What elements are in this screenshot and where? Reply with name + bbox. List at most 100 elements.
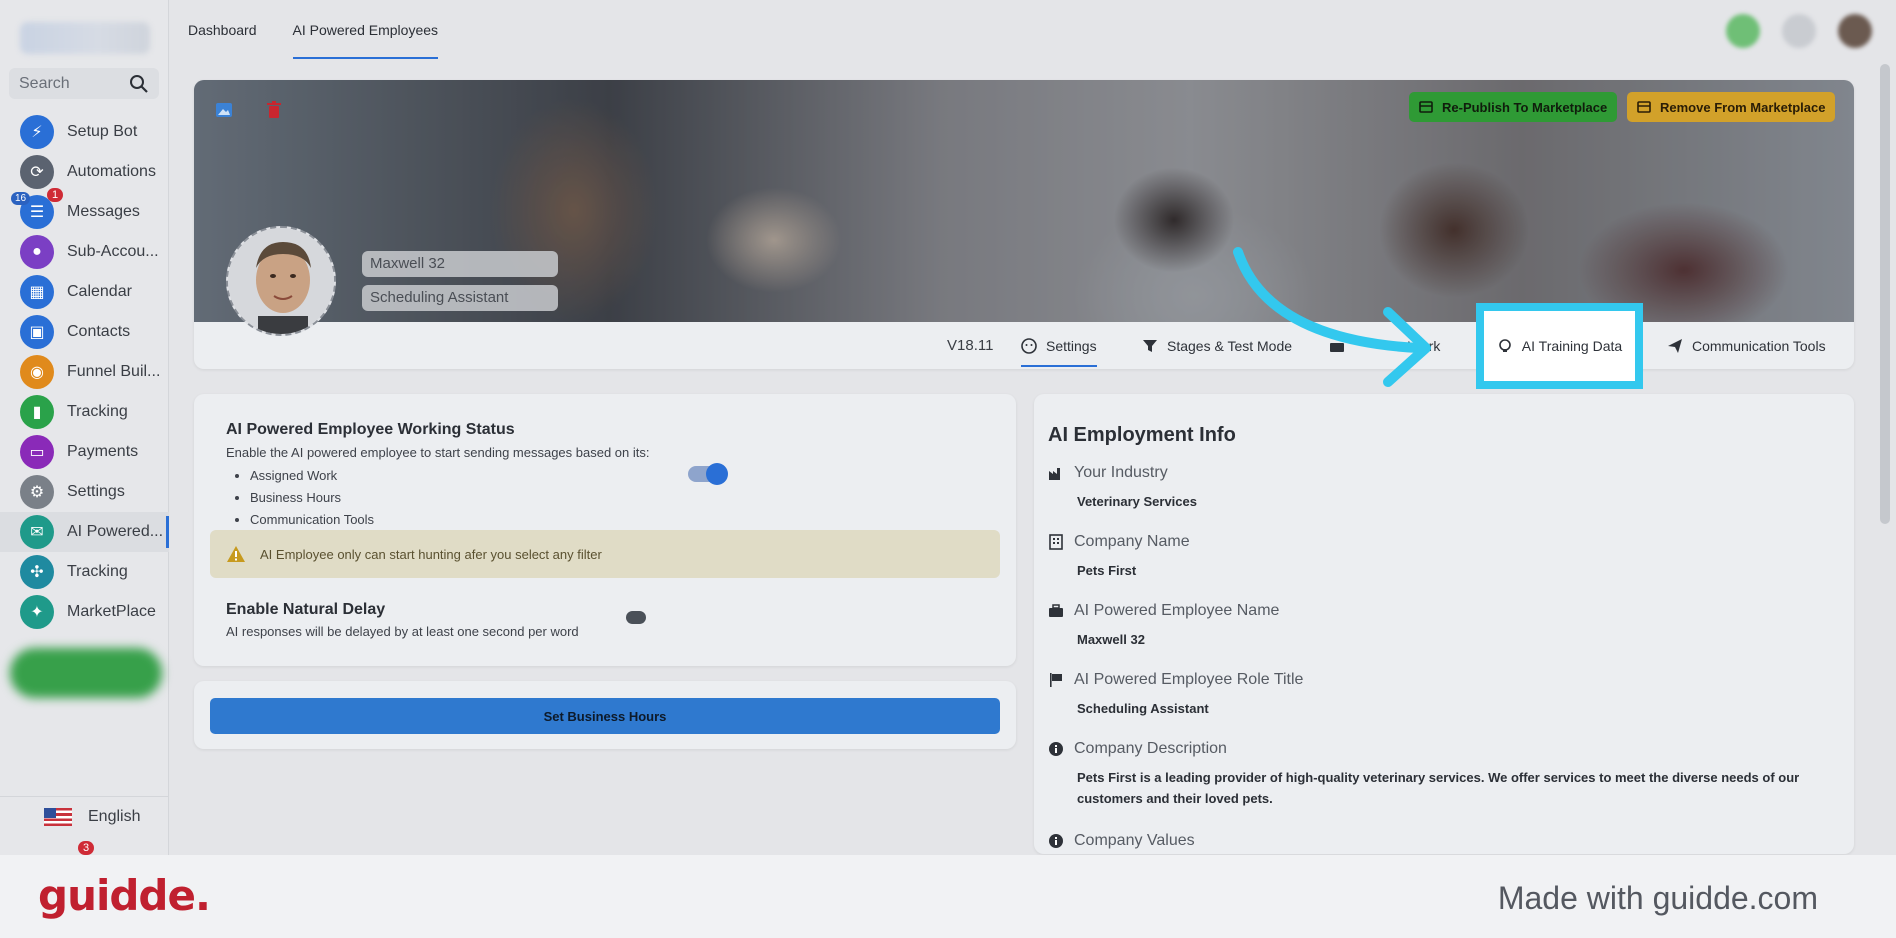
tab-ai-training-data[interactable]: AI Training Data xyxy=(1476,303,1643,389)
sync-icon: ⟳ xyxy=(20,155,54,189)
employee-name-field[interactable]: Maxwell 32 xyxy=(362,251,558,277)
sidebar-item-ai-powered[interactable]: ✉ AI Powered... xyxy=(0,512,169,552)
list-item: Business Hours xyxy=(250,487,374,509)
version-label: V18.11 xyxy=(947,337,994,354)
image-icon[interactable] xyxy=(214,100,234,120)
natural-delay-description: AI responses will be delayed by at least… xyxy=(226,624,579,639)
sidebar-item-funnel-builder[interactable]: ◉ Funnel Buil... xyxy=(0,352,169,392)
tab-dashboard[interactable]: Dashboard xyxy=(170,0,275,60)
business-hours-card: Set Business Hours xyxy=(194,681,1016,749)
remove-marketplace-button[interactable]: Remove From Marketplace xyxy=(1627,92,1836,122)
face-portrait xyxy=(228,228,334,334)
sidebar-nav: ⚡ Setup Bot ⟳ Automations ☰ 16 1 Message… xyxy=(0,112,169,632)
sidebar-item-automations[interactable]: ⟳ Automations xyxy=(0,152,169,192)
working-status-description: Enable the AI powered employee to start … xyxy=(226,445,650,460)
top-tabs: Dashboard AI Powered Employees xyxy=(170,0,456,60)
republish-marketplace-button[interactable]: Re-Publish To Marketplace xyxy=(1409,92,1618,122)
info-label: Company Name xyxy=(1074,533,1190,550)
info-label: AI Powered Employee Role Title xyxy=(1074,671,1304,688)
sidebar: Search ⚡ Setup Bot ⟳ Automations ☰ 16 1 … xyxy=(0,0,169,855)
info-value: Scheduling Assistant xyxy=(1077,701,1209,716)
info-value: Maxwell 32 xyxy=(1077,632,1145,647)
building-icon xyxy=(1049,534,1063,550)
contact-card-icon: ▣ xyxy=(20,315,54,349)
message-count-badge: 16 xyxy=(11,192,31,205)
sidebar-item-sub-accounts[interactable]: ● Sub-Accou... xyxy=(0,232,169,272)
tab-label: Settings xyxy=(1046,337,1097,354)
sidebar-item-tracking[interactable]: ▮ Tracking xyxy=(0,392,169,432)
list-item: Assigned Work xyxy=(250,465,374,487)
sidebar-item-label: Funnel Buil... xyxy=(67,363,161,380)
blurred-action-button[interactable] xyxy=(10,648,162,698)
sidebar-item-contacts[interactable]: ▣ Contacts xyxy=(0,312,169,352)
credit-card-icon: ▭ xyxy=(20,435,54,469)
phone-icon[interactable] xyxy=(1726,14,1760,48)
sidebar-item-settings[interactable]: ⚙ Settings xyxy=(0,472,169,512)
sidebar-item-label: Setup Bot xyxy=(67,123,138,140)
page-scrollbar[interactable] xyxy=(1880,64,1890,524)
tab-ai-powered-employees[interactable]: AI Powered Employees xyxy=(275,0,457,60)
made-with-text: Made with guidde.com xyxy=(1497,880,1818,916)
natural-delay-toggle[interactable] xyxy=(626,611,646,624)
sidebar-item-marketplace[interactable]: ✦ MarketPlace xyxy=(0,592,169,632)
sidebar-item-calendar[interactable]: ▦ Calendar xyxy=(0,272,169,312)
tab-label: Communication Tools xyxy=(1692,337,1826,354)
tab-communication-tools[interactable]: Communication Tools xyxy=(1667,322,1826,369)
info-label: Your Industry xyxy=(1074,464,1168,481)
briefcase-icon xyxy=(1049,604,1063,617)
search-icon xyxy=(130,74,148,93)
calendar-icon: ▦ xyxy=(20,275,54,309)
tab-settings[interactable]: Settings xyxy=(1021,322,1097,369)
info-row-role-title: AI Powered Employee Role Title Schedulin… xyxy=(1048,671,1838,719)
info-label: Company Description xyxy=(1074,740,1227,757)
sidebar-item-label: Calendar xyxy=(67,283,132,300)
sidebar-item-label: Payments xyxy=(67,443,139,460)
brain-icon xyxy=(1498,339,1511,352)
trash-icon[interactable] xyxy=(264,100,284,120)
app-logo xyxy=(20,22,150,54)
info-value: Veterinary Services xyxy=(1077,494,1197,509)
working-status-title: AI Powered Employee Working Status xyxy=(226,421,515,438)
face-icon xyxy=(1021,337,1037,354)
sidebar-item-payments[interactable]: ▭ Payments xyxy=(0,432,169,472)
avatar[interactable] xyxy=(1838,14,1872,48)
guidde-footer: guidde. Made with guidde.com xyxy=(0,855,1896,938)
sidebar-item-label: Contacts xyxy=(67,323,131,340)
bar-chart-icon: ▮ xyxy=(20,395,54,429)
sidebar-item-label: MarketPlace xyxy=(67,603,156,620)
language-selector[interactable]: English xyxy=(0,796,169,836)
sidebar-item-label: Sub-Accou... xyxy=(67,243,159,260)
sidebar-item-tracking-2[interactable]: ✣ Tracking xyxy=(0,552,169,592)
set-business-hours-button[interactable]: Set Business Hours xyxy=(210,698,1000,734)
bolt-icon: ⚡ xyxy=(20,115,54,149)
tab-label: Dashboard xyxy=(188,22,257,38)
info-row-industry: Your Industry Veterinary Services xyxy=(1048,464,1838,512)
info-row-employee-name: AI Powered Employee Name Maxwell 32 xyxy=(1048,602,1838,650)
working-status-toggle[interactable] xyxy=(688,463,728,485)
info-icon xyxy=(1049,742,1063,756)
user-icon: ● xyxy=(20,235,54,269)
sidebar-item-messages[interactable]: ☰ 16 1 Messages xyxy=(0,188,169,232)
info-row-company-description: Company Description Pets First is a lead… xyxy=(1048,740,1838,809)
info-label: AI Powered Employee Name xyxy=(1074,602,1280,619)
list-item: Communication Tools xyxy=(250,509,374,531)
factory-icon xyxy=(1049,468,1060,480)
working-status-card: AI Powered Employee Working Status Enabl… xyxy=(194,394,1016,666)
sidebar-item-setup-bot[interactable]: ⚡ Setup Bot xyxy=(0,112,169,152)
bell-icon[interactable] xyxy=(1782,14,1816,48)
tab-label: AI Training Data xyxy=(1521,338,1623,354)
send-icon xyxy=(1668,338,1682,353)
employee-role-field[interactable]: Scheduling Assistant xyxy=(362,285,558,311)
info-label: Company Values xyxy=(1074,832,1195,849)
button-label: Remove From Marketplace xyxy=(1660,99,1826,115)
language-label: English xyxy=(88,807,141,825)
guidde-logo: guidde. xyxy=(38,871,211,920)
filter-warning: AI Employee only can start hunting afer … xyxy=(210,530,1000,578)
ai-chat-icon: ✉ xyxy=(20,515,54,549)
sidebar-item-label: Tracking xyxy=(67,563,128,580)
employee-avatar[interactable] xyxy=(226,226,336,336)
bulb-icon: ✦ xyxy=(20,595,54,629)
search-input[interactable]: Search xyxy=(9,68,159,99)
sidebar-item-label: Tracking xyxy=(67,403,128,420)
info-value: Pets First xyxy=(1077,563,1137,578)
